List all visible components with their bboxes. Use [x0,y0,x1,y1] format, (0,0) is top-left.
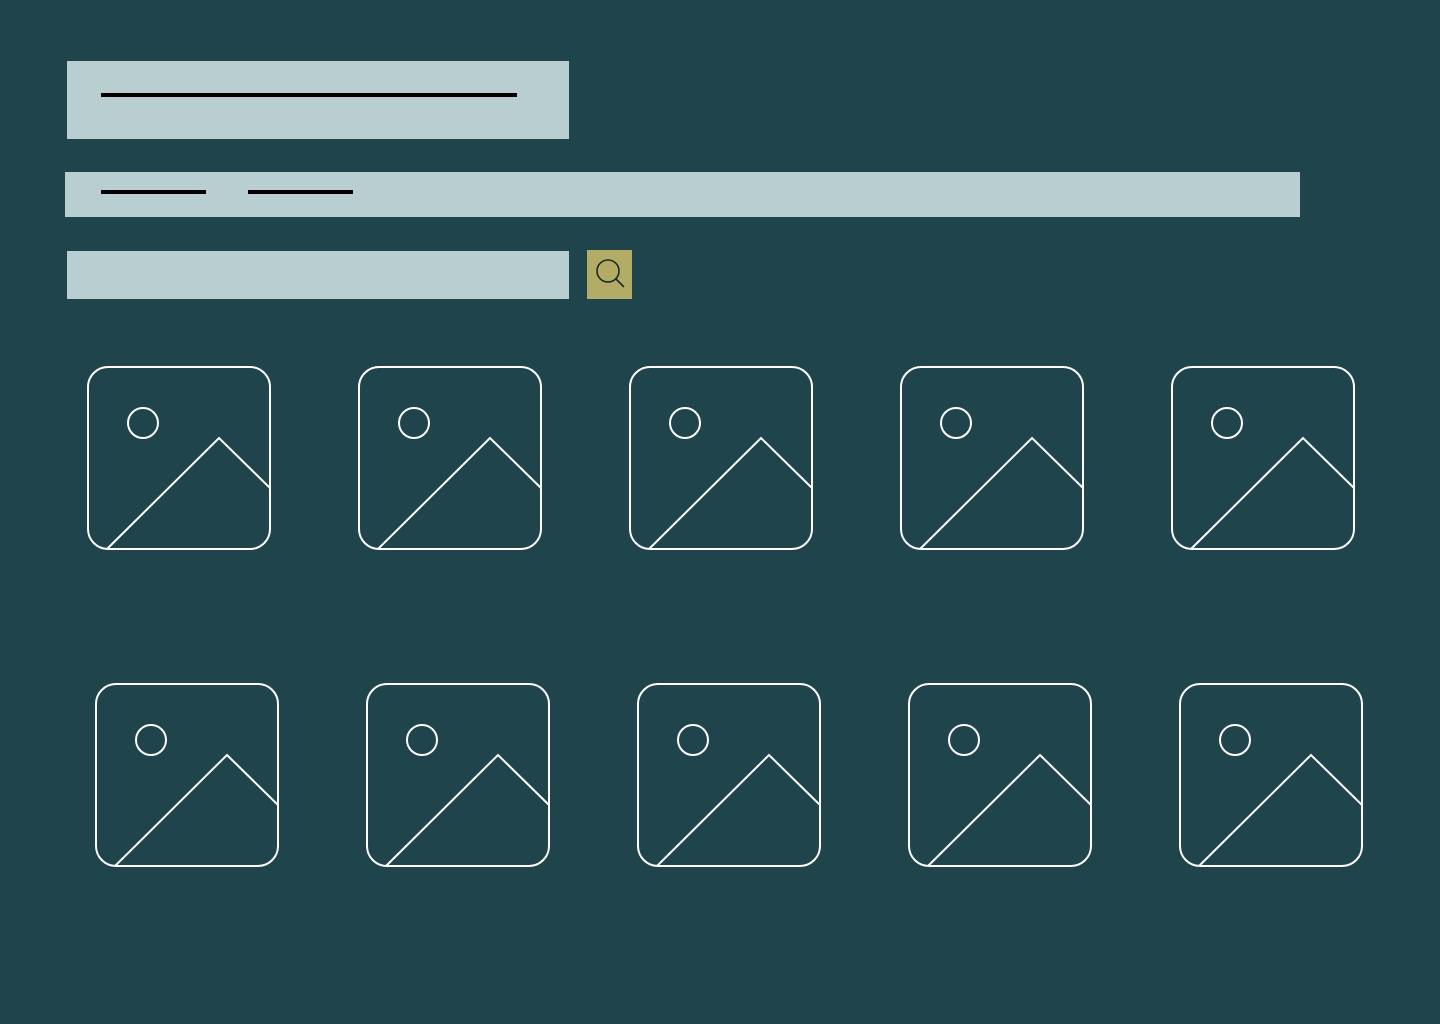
image-tile[interactable] [95,683,279,867]
image-sun [406,724,438,756]
image-sun [398,407,430,439]
image-placeholder-icon [629,366,813,550]
nav-item-placeholder-line [101,190,206,194]
image-sun [940,407,972,439]
image-mountain [385,753,550,867]
page-title [67,61,569,139]
image-frame [900,366,1084,550]
image-mountain [106,436,271,550]
image-frame [629,366,813,550]
image-tile[interactable] [908,683,1092,867]
image-sun [948,724,980,756]
image-placeholder-icon [1171,366,1355,550]
image-placeholder-icon [1179,683,1363,867]
image-tile[interactable] [366,683,550,867]
search-input[interactable] [67,251,569,299]
image-tile[interactable] [1171,366,1355,550]
image-mountain [656,753,821,867]
nav-item-1[interactable] [101,172,206,217]
image-tile[interactable] [358,366,542,550]
search-icon [596,259,625,288]
title-placeholder-line [101,93,517,97]
image-sun [127,407,159,439]
image-tile[interactable] [1179,683,1363,867]
image-frame [95,683,279,867]
image-placeholder-icon [366,683,550,867]
image-sun [1219,724,1251,756]
image-placeholder-icon [95,683,279,867]
image-frame [908,683,1092,867]
search-button[interactable] [587,250,632,299]
image-placeholder-icon [87,366,271,550]
nav-item-2[interactable] [248,172,353,217]
image-frame [637,683,821,867]
image-frame [87,366,271,550]
image-frame [1171,366,1355,550]
nav-item-placeholder-line [248,190,353,194]
image-placeholder-icon [637,683,821,867]
image-sun [135,724,167,756]
image-tile[interactable] [87,366,271,550]
app-window [0,0,1440,1024]
image-frame [366,683,550,867]
image-placeholder-icon [900,366,1084,550]
image-tile[interactable] [629,366,813,550]
image-placeholder-icon [908,683,1092,867]
nav-bar [65,172,1300,217]
image-mountain [377,436,542,550]
image-mountain [114,753,279,867]
image-tile[interactable] [637,683,821,867]
image-placeholder-icon [358,366,542,550]
image-mountain [648,436,813,550]
image-sun [1211,407,1243,439]
image-mountain [1190,436,1355,550]
image-mountain [1198,753,1363,867]
image-mountain [927,753,1092,867]
image-mountain [919,436,1084,550]
image-frame [358,366,542,550]
image-tile[interactable] [900,366,1084,550]
image-sun [677,724,709,756]
image-frame [1179,683,1363,867]
image-sun [669,407,701,439]
